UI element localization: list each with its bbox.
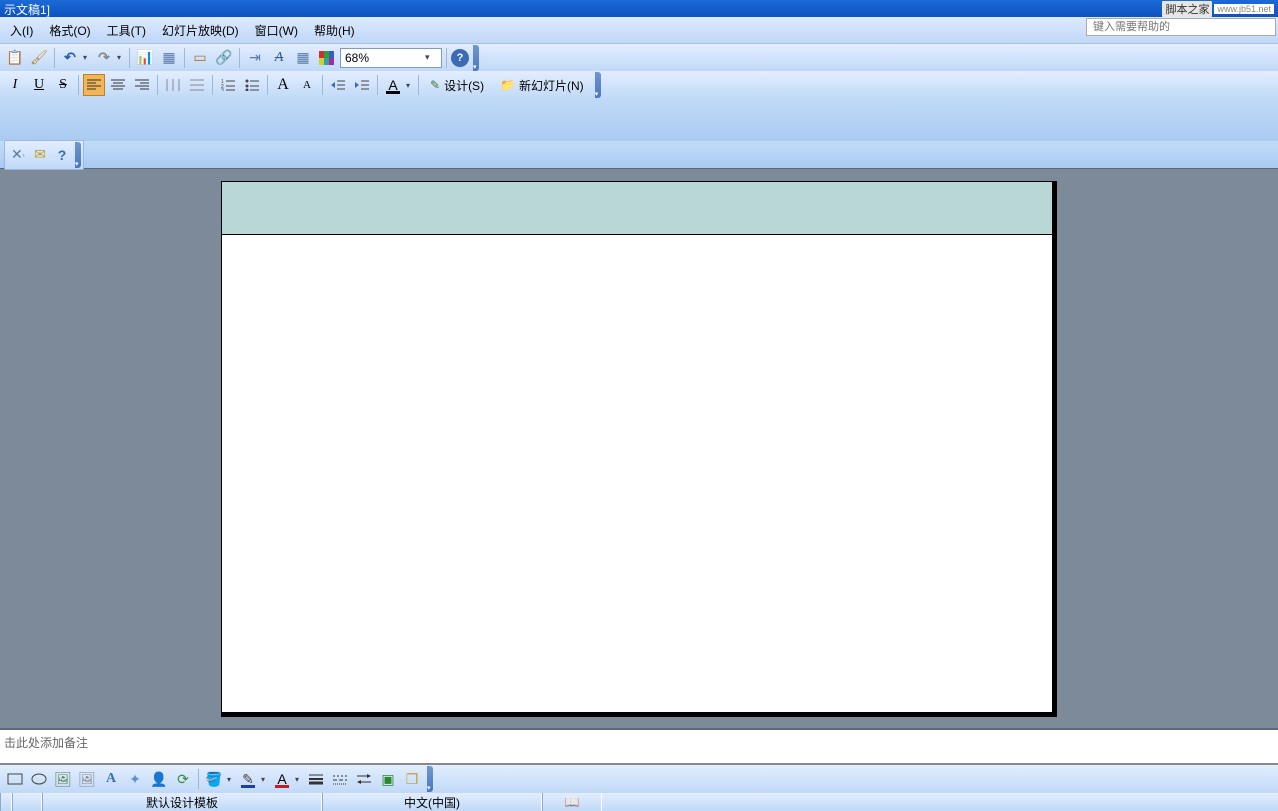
toolbar-options-icon[interactable] bbox=[595, 72, 601, 98]
pen-icon[interactable]: ✎ bbox=[237, 768, 259, 790]
menu-bar: 入(I) 格式(O) 工具(T) 幻灯片放映(D) 窗口(W) 帮助(H) bbox=[0, 17, 1278, 43]
align-left-button[interactable] bbox=[83, 74, 105, 96]
chevron-down-icon: ▾ bbox=[425, 52, 437, 63]
rectangle-icon[interactable] bbox=[4, 768, 26, 790]
paste-icon[interactable]: 📋 bbox=[4, 47, 26, 69]
bullet-list-button[interactable] bbox=[241, 74, 263, 96]
dashes-icon[interactable] bbox=[329, 768, 351, 790]
shadow-3d-icon[interactable]: ▣ bbox=[377, 768, 399, 790]
zoom-value: 68% bbox=[345, 51, 369, 65]
redo-dropdown-icon[interactable]: ▾ bbox=[117, 53, 125, 62]
textbox-icon[interactable]: A bbox=[100, 768, 122, 790]
slide-workspace bbox=[0, 168, 1278, 730]
menu-slideshow[interactable]: 幻灯片放映(D) bbox=[154, 20, 247, 41]
standard-toolbar: 📋 🖌 ↶▾ ↷▾ 📊 ▦ ▭ 🔗 ⇥ A ▦ 68% ▾ ? bbox=[0, 43, 1278, 71]
status-template: 默认设计模板 bbox=[42, 793, 322, 811]
design-icon: ✎ bbox=[430, 78, 440, 92]
font-color-dropdown-icon[interactable]: ▾ bbox=[406, 81, 414, 90]
line-color-dropdown-icon[interactable]: ▾ bbox=[261, 775, 269, 784]
decrease-indent-button[interactable] bbox=[327, 74, 349, 96]
new-slide-button[interactable]: 📁 新幻灯片(N) bbox=[493, 74, 591, 96]
undo-dropdown-icon[interactable]: ▾ bbox=[83, 53, 91, 62]
decrease-font-button[interactable]: A bbox=[296, 74, 318, 96]
fontcolor2-icon[interactable]: A bbox=[271, 768, 293, 790]
redo-icon[interactable]: ↷ bbox=[93, 47, 115, 69]
align-center-button[interactable] bbox=[107, 74, 129, 96]
reload-icon[interactable]: ⟳ bbox=[172, 768, 194, 790]
arrows-icon[interactable] bbox=[353, 768, 375, 790]
symbol-icon[interactable]: ✕₁ bbox=[7, 144, 29, 166]
toolbar-options-icon[interactable] bbox=[427, 766, 433, 792]
toolbar-options-icon[interactable] bbox=[473, 45, 479, 71]
slide-title-placeholder[interactable] bbox=[222, 182, 1052, 235]
menu-format[interactable]: 格式(O) bbox=[41, 20, 98, 41]
image-frame-icon[interactable]: 🖼 bbox=[76, 768, 98, 790]
grid-icon[interactable]: ▦ bbox=[292, 47, 314, 69]
picture-icon[interactable]: 🖼 bbox=[52, 768, 74, 790]
mail-icon[interactable]: ✉ bbox=[29, 144, 51, 166]
numbered-list-button[interactable]: 123 bbox=[217, 74, 239, 96]
font-color-button[interactable]: A bbox=[382, 74, 404, 96]
menu-insert[interactable]: 入(I) bbox=[2, 20, 41, 41]
status-bar: 默认设计模板 中文(中国) 📖 bbox=[0, 793, 1278, 811]
mini-toolbar: ✕₁ ✉ ? bbox=[0, 141, 1278, 168]
3d-icon[interactable]: ❐ bbox=[401, 768, 423, 790]
status-language: 中文(中国) bbox=[322, 793, 542, 811]
svg-text:3: 3 bbox=[221, 88, 224, 91]
fill-dropdown-icon[interactable]: ▾ bbox=[227, 775, 235, 784]
slide-canvas[interactable] bbox=[221, 181, 1053, 713]
zoom-combo[interactable]: 68% ▾ bbox=[340, 48, 442, 68]
dist-horiz-button[interactable] bbox=[162, 74, 184, 96]
window-title: 示文稿1] bbox=[4, 1, 50, 16]
format-painter-icon[interactable]: 🖌 bbox=[28, 47, 50, 69]
increase-indent-button[interactable] bbox=[351, 74, 373, 96]
toolbar-gap bbox=[0, 99, 1278, 141]
help-icon[interactable]: ? bbox=[451, 49, 469, 67]
menu-tools[interactable]: 工具(T) bbox=[99, 20, 154, 41]
underline-button[interactable]: U bbox=[28, 74, 50, 96]
fontcolor2-dropdown-icon[interactable]: ▾ bbox=[295, 775, 303, 784]
design-button[interactable]: ✎ 设计(S) bbox=[423, 74, 491, 96]
menu-window[interactable]: 窗口(W) bbox=[247, 20, 306, 41]
notes-placeholder: 击此处添加备注 bbox=[4, 736, 88, 750]
menu-help[interactable]: 帮助(H) bbox=[306, 20, 363, 41]
italic-button[interactable]: I bbox=[4, 74, 26, 96]
title-bar: 示文稿1] 脚本之家 www.jb51.net bbox=[0, 0, 1278, 17]
increase-font-button[interactable]: A bbox=[272, 74, 294, 96]
indent-icon[interactable]: ⇥ bbox=[244, 47, 266, 69]
align-right-button[interactable] bbox=[131, 74, 153, 96]
notes-pane[interactable]: 击此处添加备注 bbox=[0, 730, 1278, 765]
table-icon[interactable]: ▦ bbox=[158, 47, 180, 69]
help-search-input[interactable] bbox=[1086, 18, 1276, 36]
lineweight-icon[interactable] bbox=[305, 768, 327, 790]
az-style-icon[interactable]: A bbox=[268, 47, 290, 69]
drawing-toolbar: 🖼 🖼 A ✦ 👤 ⟳ 🪣▾ ✎▾ A▾ ▣ ❐ bbox=[0, 765, 1278, 793]
help2-icon[interactable]: ? bbox=[51, 144, 73, 166]
chart-icon[interactable]: 📊 bbox=[134, 47, 156, 69]
ellipse-icon[interactable] bbox=[28, 768, 50, 790]
new-slide-icon: 📁 bbox=[500, 78, 515, 92]
status-spellcheck-icon[interactable]: 📖 bbox=[542, 793, 602, 811]
undo-icon[interactable]: ↶ bbox=[59, 47, 81, 69]
toolbar-options-icon[interactable] bbox=[75, 142, 81, 168]
star-icon[interactable]: ✦ bbox=[124, 768, 146, 790]
formatting-toolbar: I U S 123 A A A▾ ✎ 设计(S) 📁 新幻灯片(N) bbox=[0, 71, 1278, 99]
insert-box-icon[interactable]: ▭ bbox=[189, 47, 211, 69]
branding: 脚本之家 www.jb51.net bbox=[1162, 1, 1274, 16]
color-icon[interactable] bbox=[316, 47, 338, 69]
strike-button[interactable]: S bbox=[52, 74, 74, 96]
paintbucket-icon[interactable]: 🪣 bbox=[203, 768, 225, 790]
dist-vert-button[interactable] bbox=[186, 74, 208, 96]
clipart-icon[interactable]: 👤 bbox=[148, 768, 170, 790]
link-icon[interactable]: 🔗 bbox=[213, 47, 235, 69]
